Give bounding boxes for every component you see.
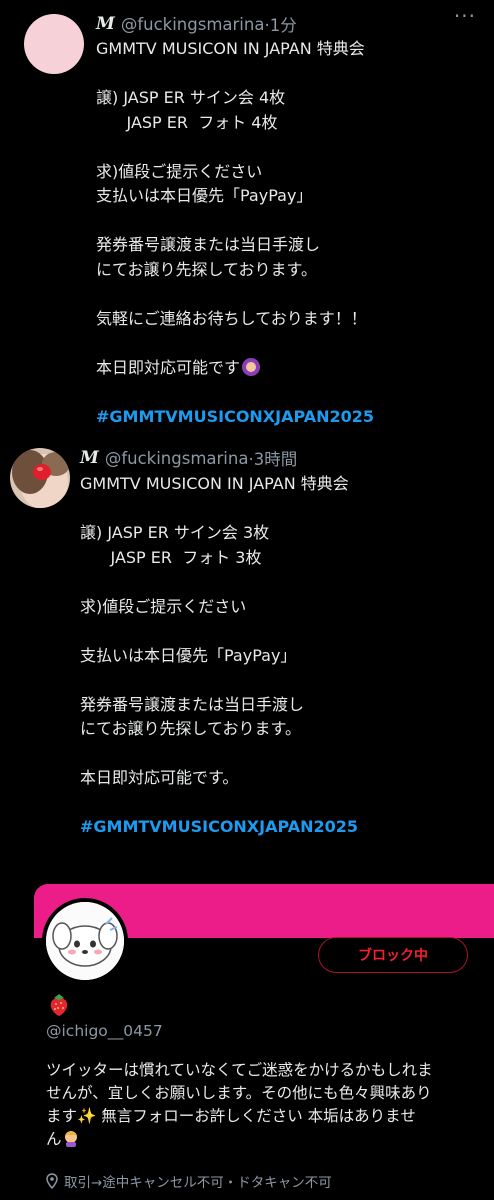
person-emoji-icon	[242, 357, 261, 376]
profile-card: ブロック中 @ichigo__0457 ツイッターは慣れていなくてご迷惑をかける…	[34, 884, 494, 1200]
display-name-logo: M	[80, 448, 99, 468]
text-line: 求)値段ご提示ください	[96, 161, 263, 181]
text-line	[80, 497, 480, 522]
text-line: 譲) JASP ER サイン会 4枚	[96, 88, 286, 107]
avatar[interactable]	[24, 14, 84, 74]
tweet-body: GMMTV MUSICON IN JAPAN 特典会 譲) JASP ER サイ…	[96, 37, 480, 429]
tweet-header: M @fuckingsmarina ·3時間	[80, 446, 297, 470]
hashtag-link[interactable]: #GMMTVMUSICONXJAPAN2025	[96, 405, 480, 430]
dog-avatar-icon	[46, 902, 124, 980]
more-options-icon[interactable]: ···	[454, 4, 476, 28]
location-pin-icon	[46, 1173, 58, 1189]
text-line	[80, 791, 480, 816]
text-line	[96, 62, 480, 87]
text-line: 支払いは本日優先「PayPay」	[96, 186, 313, 205]
text-line: JASP ER フォト 3枚	[80, 547, 262, 567]
text-line	[96, 282, 480, 307]
text-line: にてお譲り先探しております。	[96, 259, 317, 279]
tweet-2[interactable]: M @fuckingsmarina ·3時間 GMMTV MUSICON IN …	[0, 440, 494, 880]
text-line	[96, 380, 480, 405]
bio-line-content: ん	[46, 1130, 62, 1148]
blocked-button[interactable]: ブロック中	[318, 937, 468, 973]
profile-handle: @ichigo__0457	[46, 1022, 163, 1040]
avatar-photo-icon	[10, 448, 70, 508]
text-line	[80, 570, 480, 595]
text-line	[80, 668, 480, 693]
tweet-1[interactable]: M @fuckingsmarina ·1分 ··· GMMTV MUSICON …	[0, 0, 494, 440]
tweet-header: M @fuckingsmarina ·1分	[96, 12, 297, 36]
tweet-body: GMMTV MUSICON IN JAPAN 特典会 譲) JASP ER サイ…	[80, 472, 480, 840]
person-emoji-icon	[64, 1131, 77, 1147]
text-line: 本日即対応可能です	[96, 356, 480, 381]
text-line: 本日即対応可能です。	[80, 768, 239, 787]
profile-bio: ツイッターは慣れていなくてご迷惑をかけるかもしれま せんが、宜しくお願いします。…	[46, 1059, 484, 1151]
text-line: 発券番号譲渡または当日手渡し	[80, 694, 305, 714]
text-line: GMMTV MUSICON IN JAPAN 特典会	[80, 474, 349, 493]
handle[interactable]: @fuckingsmarina	[121, 15, 265, 34]
location-text: 取引→途中キャンセル不可・ドタキャン不可	[64, 1175, 332, 1191]
bio-line: せんが、宜しくお願いします。その他にも色々興味あり	[46, 1084, 432, 1102]
bio-line: ツイッターは慣れていなくてご迷惑をかけるかもしれま	[46, 1061, 433, 1079]
text-line: 求)値段ご提示ください	[80, 596, 247, 616]
profile-location: 取引→途中キャンセル不可・ドタキャン不可	[46, 1171, 332, 1191]
text-line: 発券番号譲渡または当日手渡し	[96, 235, 321, 254]
text-line: 支払いは本日優先「PayPay」	[80, 645, 297, 665]
text-line: 譲) JASP ER サイン会 3枚	[80, 523, 270, 542]
text-line	[96, 209, 480, 234]
bio-line: ん	[46, 1128, 484, 1151]
profile-avatar[interactable]	[42, 898, 128, 984]
text-line-content: 本日即対応可能です	[96, 357, 241, 377]
strawberry-icon	[50, 994, 68, 1016]
text-line	[96, 135, 480, 160]
timestamp[interactable]: ·1分	[264, 12, 296, 36]
text-line: JASP ER フォト 4枚	[96, 112, 278, 132]
text-line: にてお譲り先探しております。	[80, 719, 301, 738]
text-line: 気軽にご連絡お待ちしております！！	[96, 308, 367, 328]
display-name-logo: M	[96, 14, 115, 34]
text-line	[80, 742, 480, 767]
text-line: GMMTV MUSICON IN JAPAN 特典会	[96, 39, 365, 58]
text-line	[96, 331, 480, 356]
bio-line: ます✨ 無言フォローお許しください 本垢はありませ	[46, 1107, 416, 1125]
text-line	[80, 619, 480, 644]
timestamp[interactable]: ·3時間	[248, 446, 297, 470]
avatar[interactable]	[10, 448, 70, 508]
handle[interactable]: @fuckingsmarina	[105, 449, 249, 468]
hashtag-link[interactable]: #GMMTVMUSICONXJAPAN2025	[80, 815, 480, 840]
